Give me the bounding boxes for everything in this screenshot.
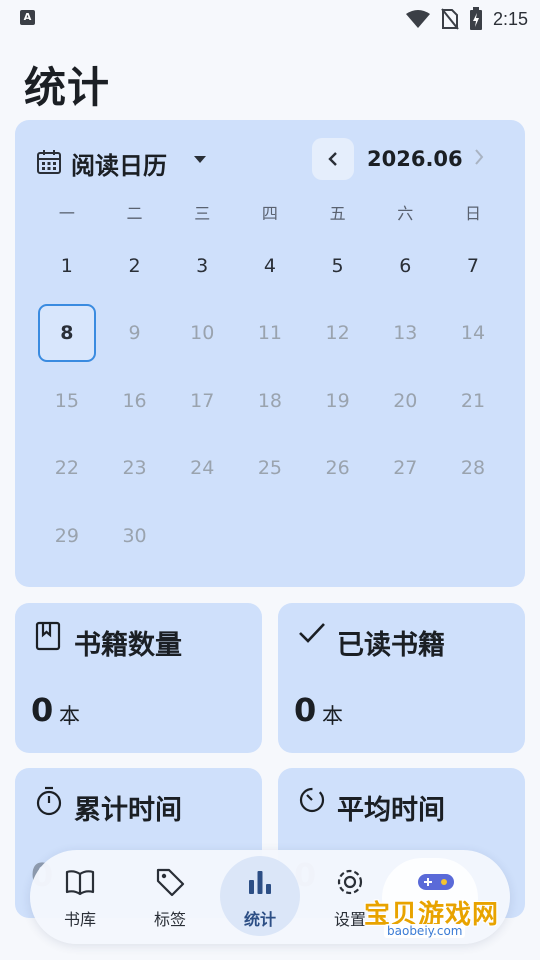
caret-down-icon[interactable]	[193, 155, 207, 165]
calendar-day: 24	[190, 457, 215, 480]
watermark-logo: 宝贝游戏网 baobeiy.com	[364, 856, 514, 952]
calendar-day: 18	[257, 389, 282, 412]
calendar-day: 20	[393, 389, 418, 412]
reading-calendar-card: 阅读日历 2026.06 一 二 三 四 五 六 日 1 2 3 4 5 6 7…	[15, 120, 525, 587]
calendar-day: 21	[460, 389, 486, 412]
calendar-day[interactable]: 3	[168, 232, 236, 300]
stopwatch-icon	[36, 786, 62, 816]
chevron-right-icon[interactable]	[473, 148, 485, 166]
stat-value: 0	[31, 691, 54, 729]
calendar-day: 27	[393, 457, 418, 480]
calendar-day[interactable]: 5	[304, 232, 372, 300]
calendar-day: 19	[325, 389, 350, 412]
prev-month-button[interactable]	[312, 138, 354, 180]
weekday-label: 四	[261, 204, 278, 223]
weekday-label: 日	[464, 204, 481, 223]
nav-label: 书库	[63, 910, 96, 929]
status-bar: A 2:15	[0, 0, 540, 38]
calendar-day: 15	[54, 389, 79, 412]
nav-item-statistics[interactable]: 统计	[215, 850, 305, 944]
calendar-day-today[interactable]: 8	[33, 300, 101, 368]
calendar-day: 13	[393, 322, 418, 345]
bookmark-book-icon	[35, 621, 61, 651]
settings-icon	[337, 869, 363, 895]
gamepad-icon	[418, 874, 454, 890]
weekday-label: 二	[126, 204, 143, 223]
month-label: 2026.06	[367, 147, 463, 171]
nav-label: 统计	[243, 910, 276, 929]
app-notification-icon: A	[20, 10, 35, 25]
stat-unit: 本	[322, 704, 343, 728]
calendar-day[interactable]: 2	[101, 232, 169, 300]
weekday-row: 一 二 三 四 五 六 日	[33, 200, 507, 224]
calendar-day[interactable]: 1	[33, 232, 101, 300]
status-icons: 2:15	[405, 6, 528, 32]
weekday-label: 五	[329, 204, 346, 223]
calendar-header: 阅读日历 2026.06	[15, 138, 525, 182]
watermark-url: baobeiy.com	[384, 924, 466, 938]
battery-charging-icon	[469, 7, 482, 30]
calendar-day: 14	[460, 322, 486, 345]
calendar-day: 22	[54, 457, 79, 480]
timer-icon	[299, 787, 325, 813]
calendar-day[interactable]: 7	[439, 232, 507, 300]
no-sim-icon	[441, 8, 459, 30]
calendar-day[interactable]: 6	[371, 232, 439, 300]
calendar-icon	[37, 150, 61, 174]
stat-unit: 本	[59, 704, 80, 728]
calendar-day: 12	[325, 322, 350, 345]
clock: 2:15	[492, 8, 528, 29]
calendar-day: 23	[122, 457, 147, 480]
stat-title: 已读书籍	[337, 630, 445, 661]
nav-item-tags[interactable]: 标签	[125, 850, 215, 944]
calendar-day[interactable]: 4	[236, 232, 304, 300]
calendar-day: 17	[190, 389, 215, 412]
weekday-label: 一	[58, 204, 75, 223]
calendar-day: 25	[257, 457, 282, 480]
nav-item-library[interactable]: 书库	[35, 850, 125, 944]
calendar-day: 10	[190, 322, 215, 345]
checkmark-icon	[299, 623, 325, 643]
stat-title: 书籍数量	[74, 630, 182, 661]
calendar-title[interactable]: 阅读日历	[71, 146, 167, 181]
calendar-day: 26	[325, 457, 350, 480]
calendar-day: 11	[257, 322, 282, 345]
tag-icon	[156, 868, 185, 897]
calendar-day: 16	[122, 389, 147, 412]
calendar-day: 30	[122, 524, 147, 547]
bar-chart-icon	[249, 871, 271, 894]
stat-value: 0	[294, 691, 317, 729]
day-grid: 1 2 3 4 5 6 7 8 9 10 11 12 13 14 15 16 1…	[33, 232, 507, 570]
calendar-day: 9	[128, 322, 141, 345]
calendar-day: 28	[460, 457, 486, 480]
weekday-label: 六	[397, 204, 414, 223]
calendar-day: 29	[54, 524, 79, 547]
stat-title: 平均时间	[337, 795, 445, 826]
book-icon	[65, 870, 95, 896]
stat-title: 累计时间	[74, 795, 182, 826]
weekday-label: 三	[194, 204, 211, 223]
read-books-card[interactable]: 已读书籍 0 本	[278, 603, 525, 753]
wifi-icon	[405, 10, 430, 28]
chevron-left-icon	[328, 152, 337, 166]
book-count-card[interactable]: 书籍数量 0 本	[15, 603, 262, 753]
nav-label: 标签	[153, 910, 186, 929]
page-title: 统计	[24, 63, 111, 112]
